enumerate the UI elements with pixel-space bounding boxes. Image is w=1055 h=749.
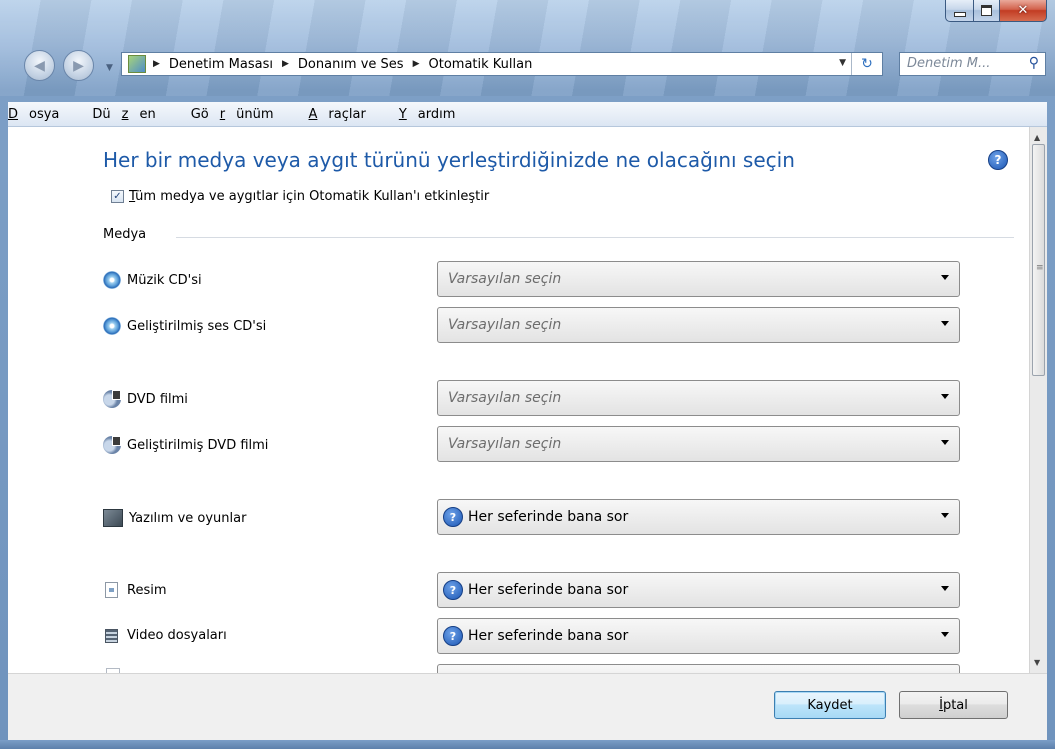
enhanced-dvd-movie-select[interactable]: Varsayılan seçin — [437, 426, 960, 462]
row-pictures: Resim — [103, 582, 167, 598]
control-panel-icon — [128, 55, 146, 73]
help-icon[interactable]: ? — [988, 150, 1008, 170]
refresh-button[interactable]: ↻ — [851, 53, 882, 75]
breadcrumb-control-panel[interactable]: Denetim Masası — [169, 57, 273, 72]
footer-bar: Kaydet İptal — [8, 673, 1047, 740]
search-icon[interactable]: ⚲ — [1029, 55, 1039, 71]
chevron-down-icon — [941, 586, 949, 591]
select-value-wrap: ? Her seferinde bana sor — [438, 626, 628, 646]
menu-bar: Dosya Dü z en Gö r ünüm Araçlar Yardım — [8, 102, 1047, 127]
forward-button[interactable]: ▶ — [63, 50, 94, 81]
select-value: Her seferinde bana sor — [468, 509, 629, 525]
search-placeholder: Denetim M... — [907, 56, 991, 71]
maximize-button[interactable] — [974, 0, 1000, 22]
chevron-down-icon — [941, 632, 949, 637]
maximize-icon — [981, 5, 992, 16]
close-icon: ✕ — [1017, 3, 1029, 18]
minimize-icon — [953, 11, 966, 17]
address-dropdown-icon[interactable]: ▼ — [839, 58, 846, 68]
chevron-down-icon — [941, 394, 949, 399]
address-bar[interactable]: ▶ Denetim Masası ▶ Donanım ve Ses ▶ Otom… — [121, 52, 883, 76]
refresh-icon: ↻ — [861, 56, 873, 72]
row-label: Video dosyaları — [127, 628, 227, 643]
chevron-right-icon[interactable]: ▶ — [282, 59, 289, 69]
group-divider — [176, 237, 1014, 238]
menu-gorunum[interactable]: Gö r ünüm — [191, 107, 296, 122]
scroll-down-icon[interactable]: ▼ — [1034, 658, 1040, 667]
scroll-up-icon[interactable]: ▲ — [1034, 133, 1040, 142]
dvd-icon — [103, 390, 121, 408]
next-row-select-partial[interactable] — [437, 664, 960, 673]
select-value-wrap: ? Her seferinde bana sor — [438, 507, 628, 527]
forward-arrow-icon: ▶ — [73, 57, 84, 74]
cd-icon — [103, 271, 121, 289]
video-icon — [105, 628, 118, 643]
minimize-button[interactable] — [945, 0, 974, 22]
row-label: DVD filmi — [127, 391, 188, 407]
chevron-right-icon[interactable]: ▶ — [153, 59, 160, 69]
back-button[interactable]: ◀ — [24, 50, 55, 81]
chevron-down-icon — [941, 513, 949, 518]
autoplay-checkbox[interactable]: ✓ Tüm medya ve aygıtlar için Otomatik Ku… — [111, 189, 489, 204]
menu-araclar[interactable]: Araçlar — [309, 107, 388, 122]
dvd-icon — [103, 436, 121, 454]
autoplay-checkbox-label: Tüm medya ve aygıtlar için Otomatik Kull… — [129, 189, 490, 204]
row-label: Müzik CD'si — [127, 272, 202, 288]
chevron-right-icon[interactable]: ▶ — [413, 59, 420, 69]
vertical-scrollbar[interactable]: ▲ ≡ ▼ — [1029, 127, 1047, 673]
scroll-thumb[interactable]: ≡ — [1032, 144, 1045, 376]
select-value: Varsayılan seçin — [448, 436, 562, 452]
media-group-label: Medya — [103, 227, 147, 242]
software-games-icon — [103, 509, 123, 527]
row-enhanced-dvd-movie: Geliştirilmiş DVD filmi — [103, 436, 268, 454]
grip-icon: ≡ — [1036, 263, 1044, 273]
software-games-select[interactable]: ? Her seferinde bana sor — [437, 499, 960, 535]
picture-icon — [105, 582, 118, 598]
page-title: Her bir medya veya aygıt türünü yerleşti… — [103, 148, 795, 172]
video-files-select[interactable]: ? Her seferinde bana sor — [437, 618, 960, 654]
pictures-select[interactable]: ? Her seferinde bana sor — [437, 572, 960, 608]
window-bottom-border — [0, 740, 1055, 749]
row-label: Resim — [127, 582, 167, 598]
row-label: Geliştirilmiş ses CD'si — [127, 318, 267, 334]
select-value: Varsayılan seçin — [448, 271, 562, 287]
menu-dosya[interactable]: Dosya — [8, 107, 81, 122]
chevron-down-icon — [941, 321, 949, 326]
select-value: Her seferinde bana sor — [468, 628, 629, 644]
row-label: Yazılım ve oyunlar — [129, 510, 247, 526]
select-value: Varsayılan seçin — [448, 317, 562, 333]
chevron-down-icon — [941, 440, 949, 445]
row-software-games: Yazılım ve oyunlar — [103, 509, 246, 527]
menu-duzen[interactable]: Dü z en — [92, 107, 177, 122]
row-dvd-movie: DVD filmi — [103, 390, 188, 408]
row-video-files: Video dosyaları — [103, 628, 227, 643]
recent-pages-dropdown[interactable]: ▼ — [106, 63, 113, 73]
question-icon: ? — [443, 507, 463, 527]
breadcrumb-autoplay[interactable]: Otomatik Kullan — [429, 57, 533, 72]
search-input[interactable]: Denetim M... ⚲ — [899, 52, 1046, 76]
row-label: Geliştirilmiş DVD filmi — [127, 437, 269, 453]
question-icon: ? — [443, 626, 463, 646]
row-music-cd: Müzik CD'si — [103, 271, 202, 289]
enhanced-audio-cd-select[interactable]: Varsayılan seçin — [437, 307, 960, 343]
checkbox-check-icon[interactable]: ✓ — [111, 190, 124, 203]
cancel-button[interactable]: İptal — [899, 691, 1008, 719]
menu-yardim[interactable]: Yardım — [399, 107, 478, 122]
breadcrumb-hardware-sound[interactable]: Donanım ve Ses — [298, 57, 404, 72]
select-value-wrap: ? Her seferinde bana sor — [438, 580, 628, 600]
select-value: Varsayılan seçin — [448, 390, 562, 406]
back-arrow-icon: ◀ — [34, 57, 45, 74]
dvd-movie-select[interactable]: Varsayılan seçin — [437, 380, 960, 416]
row-enhanced-audio-cd: Geliştirilmiş ses CD'si — [103, 317, 266, 335]
navigation-bar: ◀ ▶ ▼ ▶ Denetim Masası ▶ Donanım ve Ses … — [0, 46, 1055, 94]
save-button[interactable]: Kaydet — [774, 691, 886, 719]
content-pane: Her bir medya veya aygıt türünü yerleşti… — [8, 127, 1029, 673]
cd-icon — [103, 317, 121, 335]
caption-buttons: ✕ — [945, 0, 1047, 22]
chevron-down-icon — [941, 275, 949, 280]
question-icon: ? — [443, 580, 463, 600]
select-value: Her seferinde bana sor — [468, 582, 629, 598]
music-cd-select[interactable]: Varsayılan seçin — [437, 261, 960, 297]
close-button[interactable]: ✕ — [1000, 0, 1047, 22]
